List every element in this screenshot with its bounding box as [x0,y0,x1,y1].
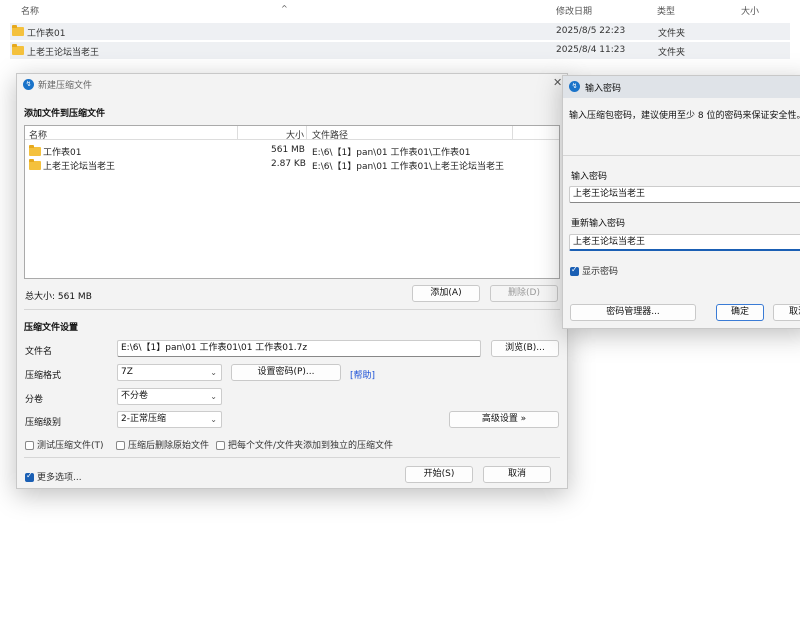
file-list-row[interactable]: 工作表01 561 MB E:\6\【1】pan\01 工作表01\工作表01 [25,143,559,158]
app-logo-icon: ↯ [23,79,34,90]
level-label: 压缩级别 [25,418,62,428]
level-select[interactable]: 2-正常压缩 ⌄ [117,411,222,428]
password-dialog: ↯ 输入密码 输入压缩包密码，建议使用至少 8 位的密码来保证安全性。 输入密码… [562,75,800,329]
file-list-row[interactable]: 上老王论坛当老王 2.87 KB E:\6\【1】pan\01 工作表01\上老… [25,157,559,172]
dialog-title: 新建压缩文件 [38,81,93,91]
filename-input[interactable]: E:\6\【1】pan\01 工作表01\01 工作表01.7z [117,340,481,357]
level-value: 2-正常压缩 [121,414,166,424]
advanced-settings-button[interactable]: 高级设置 » [449,411,559,428]
checkbox-label: 显示密码 [582,267,619,277]
cancel-button[interactable]: 取消 [483,466,551,483]
column-name[interactable]: 名称 [29,128,47,141]
sort-up-icon: ^ [281,4,288,13]
row-modified: 2025/8/5 22:23 [556,26,626,36]
explorer-row[interactable]: 工作表01 2025/8/5 22:23 文件夹 [10,23,790,40]
checkbox-checked-icon [25,471,34,482]
file-list[interactable]: 名称 大小 文件路径 工作表01 561 MB E:\6\【1】pan\01 工… [24,125,560,279]
row-name: 工作表01 [27,29,66,39]
file-list-header: 名称 大小 文件路径 [25,126,559,141]
column-header-name[interactable]: 名称 [21,4,39,17]
column-size[interactable]: 大小 [286,128,304,141]
checkbox-icon [216,441,225,450]
split-label: 分卷 [25,395,44,405]
chevron-down-icon: ⌄ [210,415,217,424]
total-size: 总大小: 561 MB [25,292,92,302]
checkbox-icon [25,441,34,450]
password-description: 输入压缩包密码，建议使用至少 8 位的密码来保证安全性。 [569,111,800,121]
chevron-down-icon: ⌄ [210,368,217,377]
format-value: 7Z [121,367,133,377]
test-archive-checkbox[interactable]: 测试压缩文件(T) [25,438,104,451]
row-modified: 2025/8/4 11:23 [556,45,626,55]
ok-button[interactable]: 确定 [716,304,764,321]
split-select[interactable]: 不分卷 ⌄ [117,388,222,405]
dialog-titlebar[interactable]: ↯ 新建压缩文件 ✕ [17,74,567,94]
help-link[interactable]: [帮助] [350,368,375,381]
folder-icon [12,44,24,55]
browse-button[interactable]: 浏览(B)... [491,340,559,357]
close-icon[interactable]: ✕ [553,76,562,89]
row-type: 文件夹 [658,29,686,39]
file-name: 上老王论坛当老王 [43,162,116,172]
file-path: E:\6\【1】pan\01 工作表01\上老王论坛当老王 [312,162,504,172]
settings-section-title: 压缩文件设置 [24,323,79,333]
checkbox-checked-icon [570,265,579,276]
delete-button[interactable]: 删除(D) [490,285,558,302]
more-options-checkbox[interactable]: 更多选项... [25,470,82,483]
cancel-button[interactable]: 取消 [773,304,800,321]
folder-icon [29,145,41,156]
delete-source-checkbox[interactable]: 压缩后删除原始文件 [116,438,209,451]
column-header-modified[interactable]: 修改日期 [556,4,592,17]
row-name: 上老王论坛当老王 [27,48,100,58]
start-button[interactable]: 开始(S) [405,466,473,483]
column-header-type[interactable]: 类型 [657,4,675,17]
password-manager-button[interactable]: 密码管理器... [570,304,696,321]
checkbox-label: 测试压缩文件(T) [37,441,104,451]
show-password-checkbox[interactable]: 显示密码 [570,264,618,277]
file-size: 561 MB [271,145,305,155]
password-label: 输入密码 [571,172,608,182]
row-type: 文件夹 [658,48,686,58]
format-label: 压缩格式 [25,371,62,381]
confirm-password-input[interactable]: 上老王论坛当老王 [569,234,800,251]
format-select[interactable]: 7Z ⌄ [117,364,222,381]
dialog-title: 输入密码 [585,84,622,94]
checkbox-label: 把每个文件/文件夹添加到独立的压缩文件 [228,441,394,451]
confirm-password-label: 重新输入密码 [571,219,626,229]
checkbox-icon [116,441,125,450]
column-header-size[interactable]: 大小 [741,4,759,17]
folder-icon [12,25,24,36]
filename-label: 文件名 [25,347,53,357]
separate-archives-checkbox[interactable]: 把每个文件/文件夹添加到独立的压缩文件 [216,438,393,451]
folder-icon [29,159,41,170]
add-files-section-title: 添加文件到压缩文件 [24,109,106,119]
explorer-header: 名称 ^ 修改日期 类型 大小 [0,0,800,20]
add-button[interactable]: 添加(A) [412,285,480,302]
file-size: 2.87 KB [271,159,306,169]
new-archive-dialog: ↯ 新建压缩文件 ✕ 添加文件到压缩文件 名称 大小 文件路径 工作表01 56… [16,73,568,489]
set-password-button[interactable]: 设置密码(P)... [231,364,341,381]
dialog-titlebar[interactable]: ↯ 输入密码 [563,76,800,98]
checkbox-label: 压缩后删除原始文件 [128,441,210,451]
explorer-row[interactable]: 上老王论坛当老王 2025/8/4 11:23 文件夹 [10,42,790,59]
column-path[interactable]: 文件路径 [312,128,348,141]
chevron-down-icon: ⌄ [210,392,217,401]
app-logo-icon: ↯ [569,81,580,92]
password-input[interactable]: 上老王论坛当老王 [569,186,800,203]
checkbox-label: 更多选项... [37,473,82,483]
split-value: 不分卷 [121,391,149,401]
